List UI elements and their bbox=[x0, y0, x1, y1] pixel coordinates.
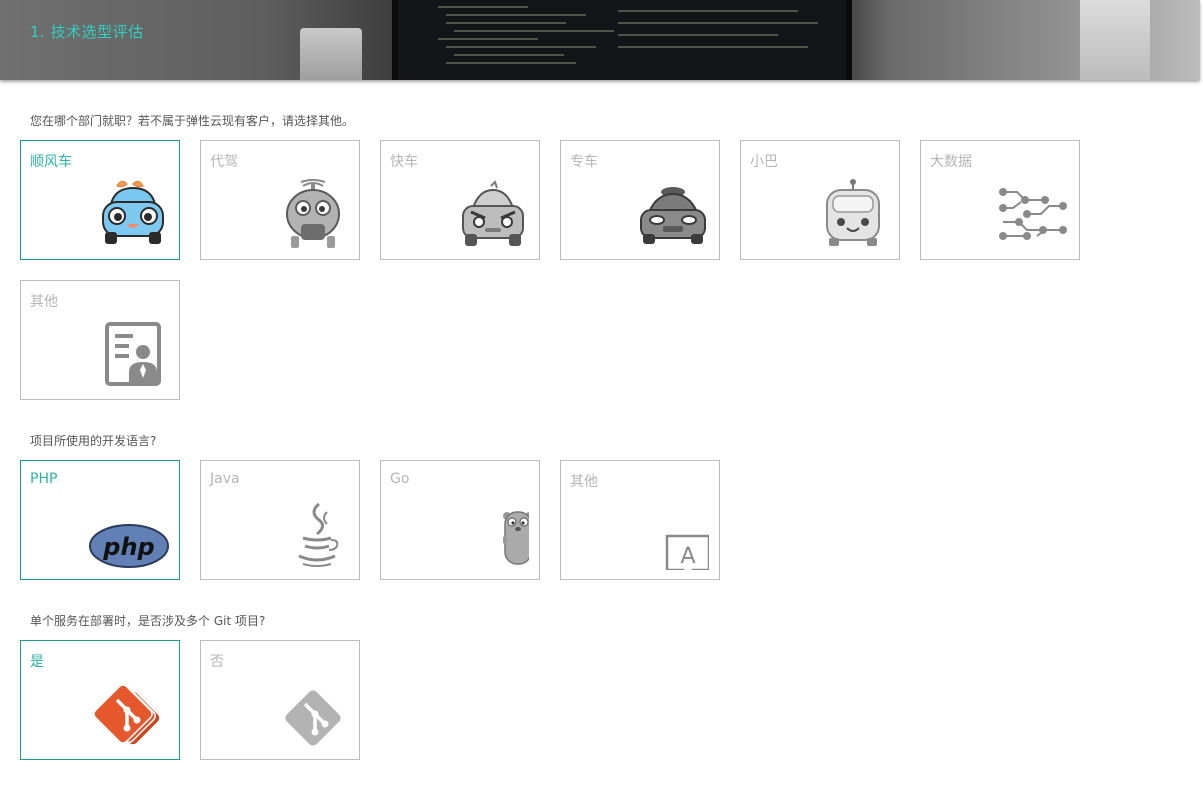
question-department: 您在哪个部门就职？若不属于弹性云现有客户，请选择其他。 bbox=[30, 114, 355, 128]
option-label: Go bbox=[390, 471, 410, 487]
option-label: Java bbox=[210, 471, 240, 487]
option-go[interactable]: Go bbox=[380, 460, 540, 580]
option-java[interactable]: Java bbox=[200, 460, 360, 580]
option-yes[interactable]: 是 bbox=[20, 640, 180, 760]
option-label: PHP bbox=[30, 471, 58, 487]
git-stack-icon bbox=[87, 678, 167, 750]
option-xiaoba[interactable]: 小巴 bbox=[740, 140, 900, 260]
option-label: 小巴 bbox=[750, 154, 778, 170]
gopher-icon bbox=[457, 498, 529, 570]
person-document-icon bbox=[97, 318, 169, 390]
option-label: 代驾 bbox=[210, 154, 238, 170]
option-qita-department[interactable]: 其他 bbox=[20, 280, 180, 400]
cute-car-icon bbox=[97, 178, 169, 250]
option-label: 其他 bbox=[570, 474, 598, 490]
option-label: 大数据 bbox=[930, 154, 972, 170]
banner-monitor-decoration bbox=[392, 0, 852, 80]
section-title: 1. 技术选型评估 bbox=[30, 23, 144, 41]
svg-text:A: A bbox=[680, 544, 695, 569]
option-qita-language[interactable]: 其他 A bbox=[560, 460, 720, 580]
option-shunfengche[interactable]: 顺风车 bbox=[20, 140, 180, 260]
java-cup-icon bbox=[277, 498, 349, 570]
option-daijia[interactable]: 代驾 bbox=[200, 140, 360, 260]
php-logo-icon: php bbox=[89, 498, 169, 570]
option-php[interactable]: PHP php bbox=[20, 460, 180, 580]
minibus-icon bbox=[817, 178, 889, 250]
question-multi-git: 单个服务在部署时，是否涉及多个 Git 项目? bbox=[30, 614, 266, 628]
option-no[interactable]: 否 bbox=[200, 640, 360, 760]
angry-car-icon bbox=[457, 178, 529, 250]
option-label: 快车 bbox=[390, 154, 418, 170]
option-label: 是 bbox=[30, 654, 44, 670]
git-icon bbox=[277, 678, 349, 750]
banner-plant-decoration bbox=[300, 28, 362, 80]
helicopter-robot-icon bbox=[277, 178, 349, 250]
letter-a-bubble-icon: A bbox=[637, 498, 709, 570]
banner-speaker-decoration bbox=[1080, 0, 1150, 80]
header-banner: 1. 技术选型评估 bbox=[0, 0, 1200, 80]
option-label: 其他 bbox=[30, 294, 58, 310]
option-label: 否 bbox=[210, 654, 224, 670]
option-kuaiche[interactable]: 快车 bbox=[380, 140, 540, 260]
option-label: 专车 bbox=[570, 154, 598, 170]
option-dashuju[interactable]: 大数据 bbox=[920, 140, 1080, 260]
question-language: 项目所使用的开发语言? bbox=[30, 434, 157, 448]
svg-text:php: php bbox=[102, 533, 154, 561]
luxury-car-icon bbox=[637, 178, 709, 250]
option-zhuanche[interactable]: 专车 bbox=[560, 140, 720, 260]
circuit-icon bbox=[997, 178, 1069, 250]
option-label: 顺风车 bbox=[30, 154, 72, 170]
